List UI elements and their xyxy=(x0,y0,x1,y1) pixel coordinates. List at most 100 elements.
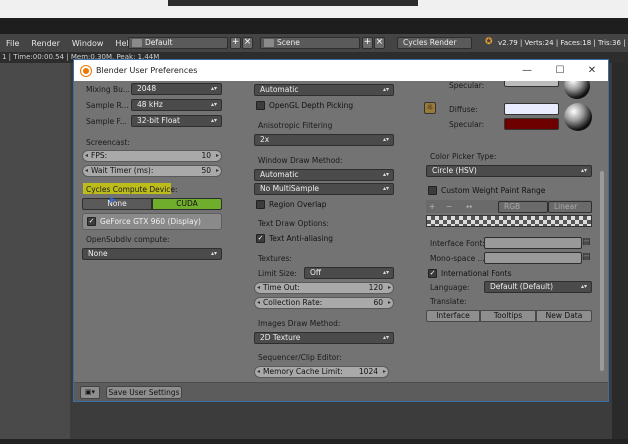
color-ramp-preview[interactable] xyxy=(426,215,592,227)
updown-arrow-icon: ▴▾ xyxy=(382,171,389,178)
close-button[interactable]: ✕ xyxy=(577,60,607,81)
properties-edge xyxy=(612,63,628,439)
user-preferences-window: Blender User Preferences — ☐ ✕ Mixing Bu… xyxy=(73,59,609,402)
specular-label: Specular: xyxy=(449,120,485,129)
checkmark-icon: ✓ xyxy=(256,234,265,243)
flip-ramp-icon[interactable]: ↔ xyxy=(466,200,472,213)
opengl-depth-picking-checkbox[interactable]: OpenGL Depth Picking xyxy=(256,100,353,111)
remove-stop-icon[interactable]: − xyxy=(446,200,452,213)
compute-cuda-toggle[interactable]: CUDA xyxy=(152,198,222,210)
custom-weight-checkbox[interactable]: Custom Weight Paint Range xyxy=(428,185,545,196)
menu-file[interactable]: File xyxy=(0,39,25,48)
translate-heading: Translate: xyxy=(430,297,467,306)
scene-stats: v2.79 | Verts:24 | Faces:18 | Tris:36 | xyxy=(498,39,626,47)
minimize-button[interactable]: — xyxy=(512,60,542,81)
add-stop-icon[interactable]: + xyxy=(429,200,435,213)
multisample-dropdown[interactable]: No MultiSample ▴▾ xyxy=(254,183,394,195)
window-draw-heading: Window Draw Method: xyxy=(258,156,343,165)
save-user-settings-button[interactable]: Save User Settings xyxy=(106,386,182,399)
fps-slider[interactable]: ◂ FPS: 10 ▸ xyxy=(82,150,222,162)
increment-arrow-icon: ▸ xyxy=(387,299,391,306)
language-dropdown[interactable]: Default (Default) ▴▾ xyxy=(484,281,592,293)
translate-new-data-toggle[interactable]: New Data xyxy=(536,310,592,322)
monospace-font-label: Mono-space ... xyxy=(430,254,485,263)
add-layout-button[interactable]: + xyxy=(230,37,241,49)
blender-logo-icon: ✪ xyxy=(485,37,493,47)
sample-rate-label: Sample R... xyxy=(86,101,129,110)
anisotropic-dropdown[interactable]: 2x ▴▾ xyxy=(254,134,394,146)
tool-shelf xyxy=(0,63,70,439)
opensubdiv-dropdown[interactable]: None ▴▾ xyxy=(82,248,222,260)
sample-rate-dropdown[interactable]: 48 kHz ▴▾ xyxy=(131,99,222,111)
vertical-scrollbar[interactable] xyxy=(600,171,604,371)
screencast-heading: Screencast: xyxy=(86,138,130,147)
diffuse-label: Diffuse: xyxy=(449,105,478,114)
editor-type-icon[interactable]: ▣▾ xyxy=(80,386,100,399)
memory-cache-slider[interactable]: ◂ Memory Cache Limit: 1024 ▸ xyxy=(254,366,389,378)
wait-timer-slider[interactable]: ◂ Wait Timer (ms): 50 ▸ xyxy=(82,165,222,177)
add-scene-button[interactable]: + xyxy=(362,37,373,49)
sample-format-dropdown[interactable]: 32-bit Float ▴▾ xyxy=(131,115,222,127)
interface-font-label: Interface Font: xyxy=(430,239,485,248)
material-preview-sphere xyxy=(564,81,590,99)
monospace-font-field[interactable] xyxy=(484,252,582,264)
blender-icon xyxy=(81,66,91,76)
window-draw-dropdown[interactable]: Automatic ▴▾ xyxy=(254,169,394,181)
maximize-button[interactable]: ☐ xyxy=(545,60,575,81)
checkmark-icon: ✓ xyxy=(87,217,96,226)
folder-icon[interactable]: ▤ xyxy=(582,237,592,249)
specular-top-swatch[interactable] xyxy=(504,81,559,87)
time-out-slider[interactable]: ◂ Time Out: 120 ▸ xyxy=(254,282,394,294)
ramp-interpolation-dropdown[interactable]: Linear xyxy=(548,201,592,213)
remove-layout-button[interactable]: × xyxy=(242,37,253,49)
collection-rate-slider[interactable]: ◂ Collection Rate: 60 ▸ xyxy=(254,297,394,309)
scene-field[interactable]: Scene xyxy=(260,37,360,49)
decrement-arrow-icon: ◂ xyxy=(85,167,89,174)
images-draw-dropdown[interactable]: 2D Texture ▴▾ xyxy=(254,332,394,344)
menu-render[interactable]: Render xyxy=(25,39,65,48)
menu-window[interactable]: Window xyxy=(66,39,110,48)
decrement-arrow-icon: ◂ xyxy=(257,368,261,375)
window-titlebar[interactable]: Blender User Preferences — ☐ ✕ xyxy=(74,60,608,81)
screen-layout-field[interactable]: Default xyxy=(128,37,228,49)
updown-arrow-icon: ▴▾ xyxy=(210,117,217,124)
mouse-cursor-icon: ➤ xyxy=(108,195,117,206)
folder-icon[interactable]: ▤ xyxy=(582,252,592,264)
decrement-arrow-icon: ◂ xyxy=(257,299,261,306)
updown-arrow-icon: ▴▾ xyxy=(580,167,587,174)
increment-arrow-icon: ▸ xyxy=(382,368,386,375)
specular-preview-sphere xyxy=(564,103,592,131)
color-picker-heading: Color Picker Type: xyxy=(430,152,497,161)
checkmark-icon: ✓ xyxy=(428,269,437,278)
ramp-toolbar: + − ↔ RGB Linear xyxy=(426,200,592,213)
ramp-color-mode-dropdown[interactable]: RGB xyxy=(498,201,548,213)
sequencer-heading: Sequencer/Clip Editor: xyxy=(258,353,342,362)
color-picker-dropdown[interactable]: Circle (HSV) ▴▾ xyxy=(426,165,592,177)
updown-arrow-icon: ▴▾ xyxy=(382,136,389,143)
increment-arrow-icon: ▸ xyxy=(215,167,219,174)
text-antialiasing-checkbox[interactable]: ✓ Text Anti-aliasing xyxy=(256,233,333,244)
region-overlap-checkbox[interactable]: Region Overlap xyxy=(256,199,327,210)
translate-interface-toggle[interactable]: Interface xyxy=(426,310,480,322)
remove-scene-button[interactable]: × xyxy=(374,37,385,49)
interface-font-field[interactable] xyxy=(484,237,582,249)
opensubdiv-heading: OpenSubdiv compute: xyxy=(86,235,170,244)
light-icon[interactable]: ☼ xyxy=(424,102,436,114)
preferences-content: Mixing Bu... 2048 ▴▾ Sample R... 48 kHz ▴▾… xyxy=(74,81,608,382)
specular-top-label: Specular: xyxy=(449,81,485,90)
international-fonts-checkbox[interactable]: ✓ International Fonts xyxy=(428,268,512,279)
specular-color-swatch[interactable] xyxy=(504,118,559,130)
gpu-device-checkbox[interactable]: ✓ GeForce GTX 960 (Display) xyxy=(87,216,201,227)
translate-tooltips-toggle[interactable]: Tooltips xyxy=(480,310,536,322)
compute-none-toggle[interactable]: None xyxy=(82,198,152,210)
diffuse-color-swatch[interactable] xyxy=(504,103,559,115)
render-engine-dropdown[interactable]: Cycles Render xyxy=(397,37,472,49)
mixing-buffer-dropdown[interactable]: 2048 ▴▾ xyxy=(131,83,222,95)
anisotropic-heading: Anisotropic Filtering xyxy=(258,121,333,130)
translate-tabs: Interface Tooltips New Data xyxy=(426,310,592,322)
opengl-method-dropdown[interactable]: Automatic ▴▾ xyxy=(254,84,394,96)
limit-size-dropdown[interactable]: Off ▴▾ xyxy=(304,267,394,279)
updown-arrow-icon: ▴▾ xyxy=(580,283,587,290)
increment-arrow-icon: ▸ xyxy=(215,152,219,159)
decrement-arrow-icon: ◂ xyxy=(257,284,261,291)
